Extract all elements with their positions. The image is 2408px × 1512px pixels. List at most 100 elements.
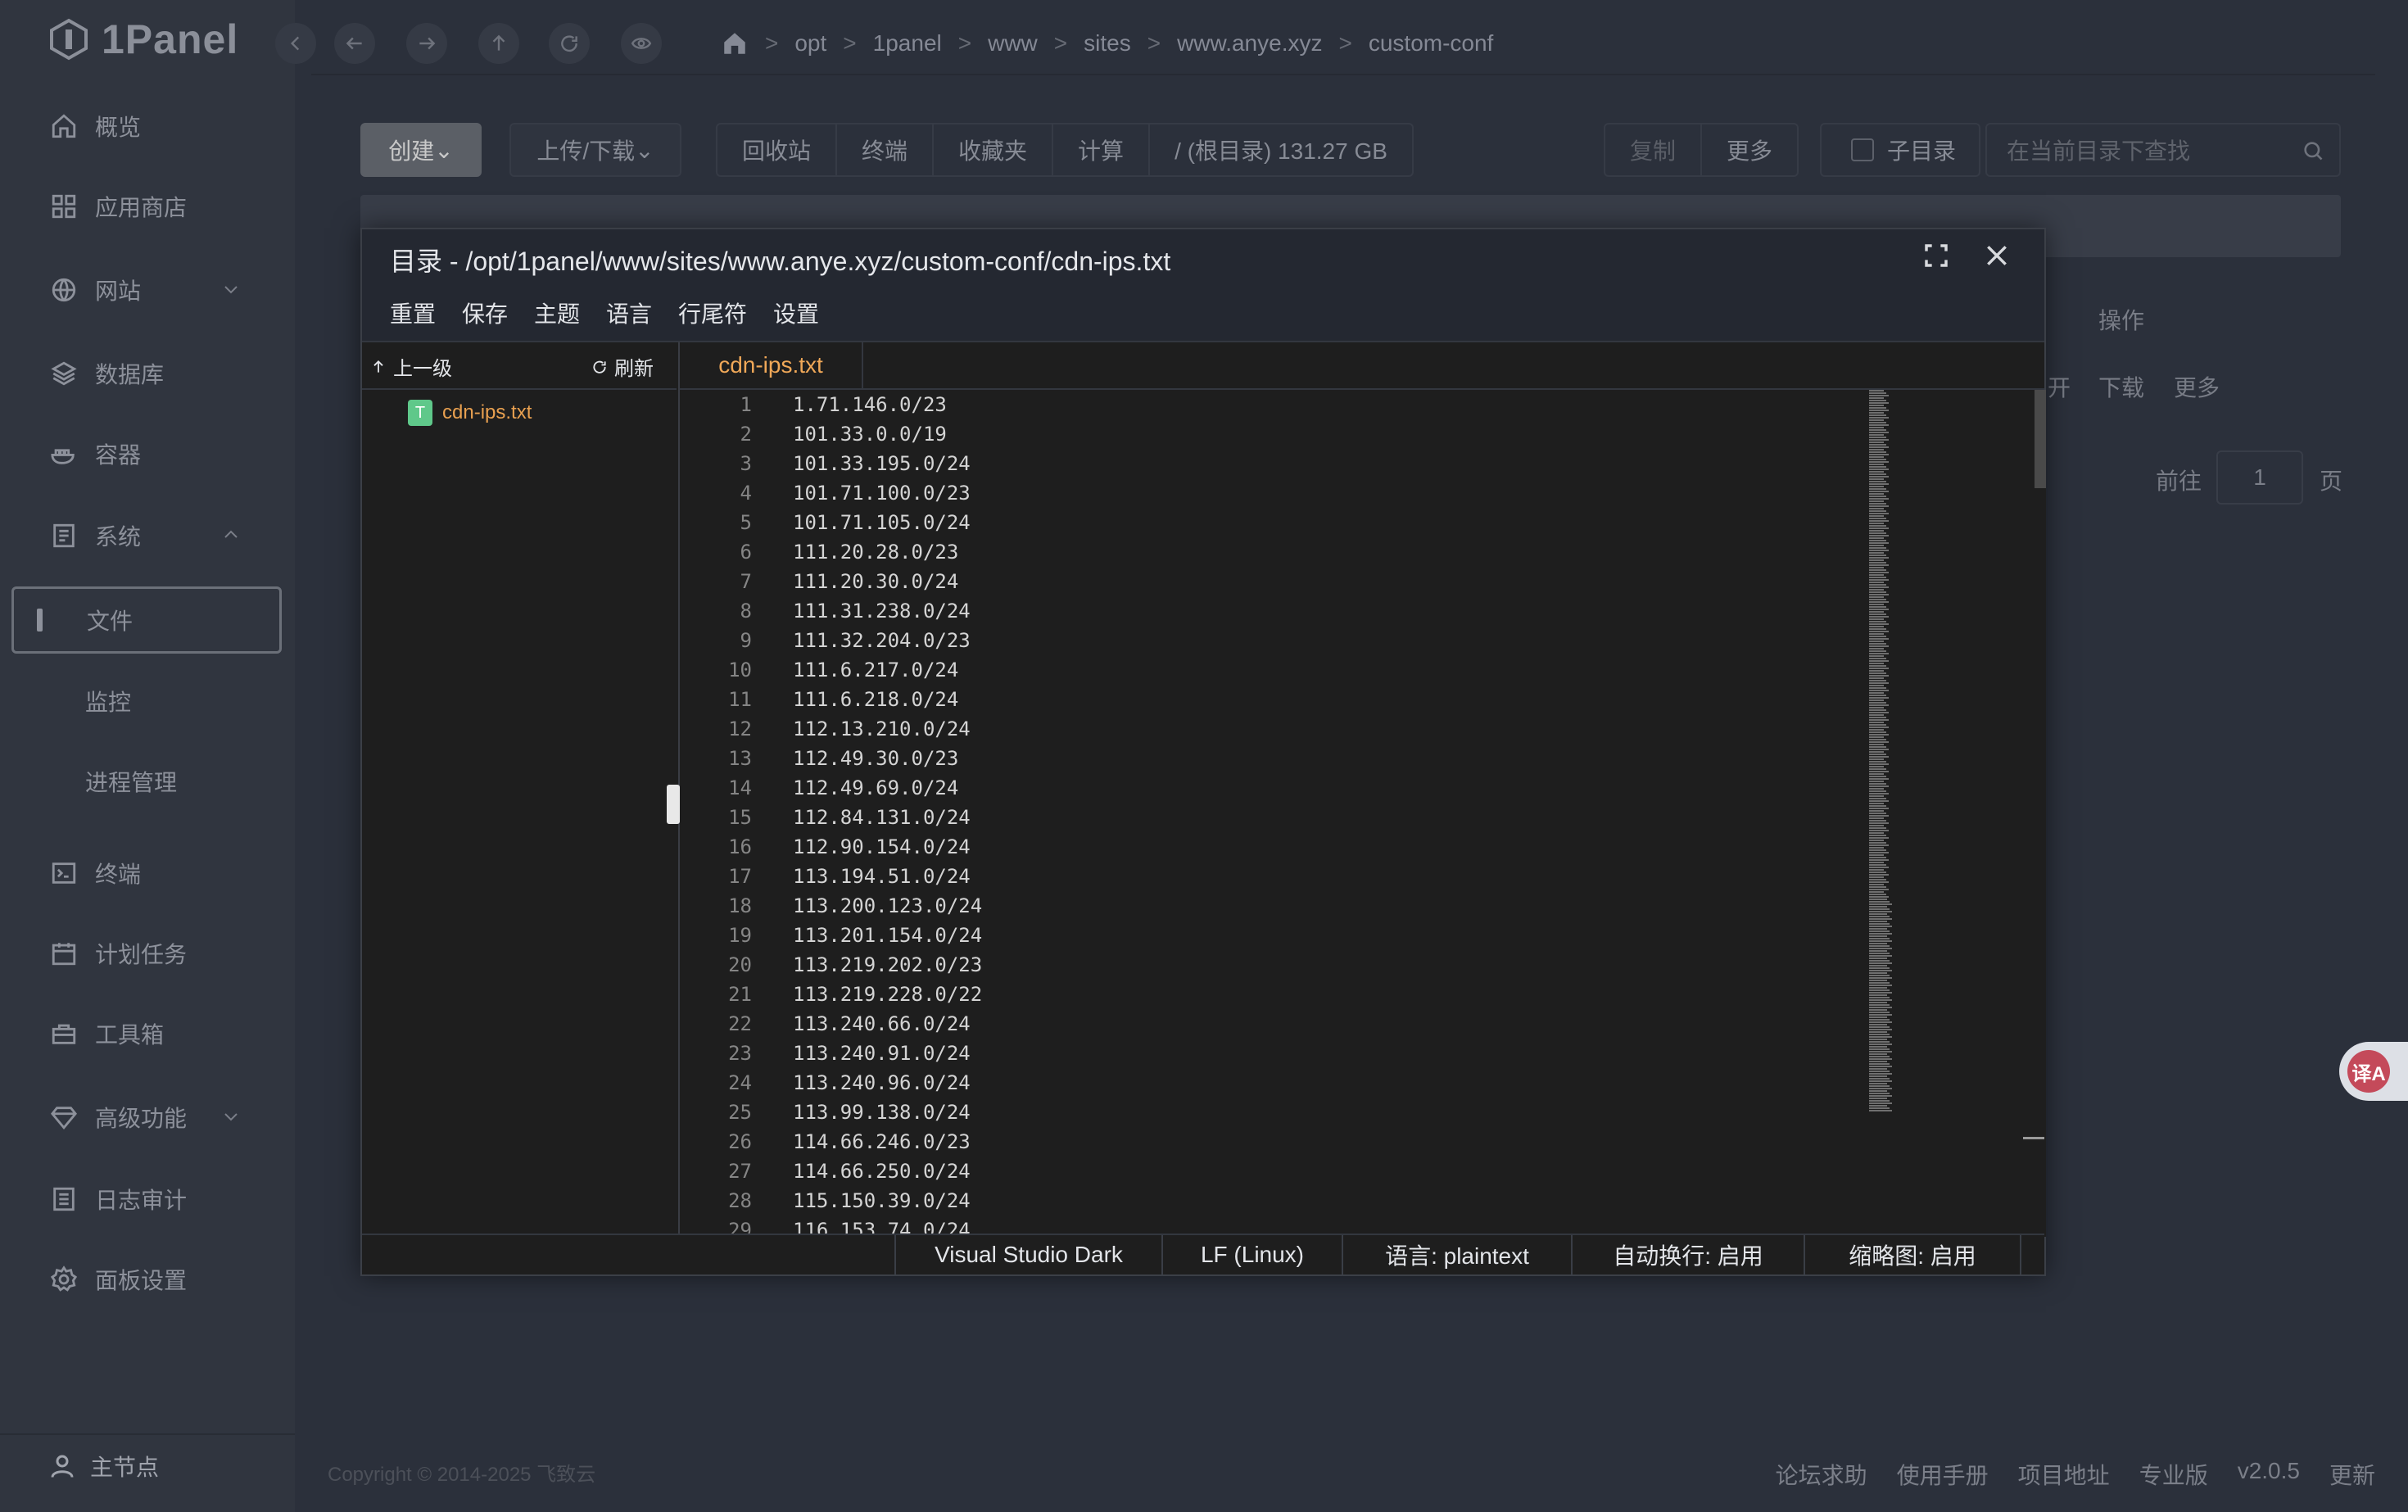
more-button[interactable]: 更多 xyxy=(1702,124,1797,175)
row-action-open[interactable]: 开 xyxy=(2048,370,2071,403)
minimap-line xyxy=(1869,891,1884,893)
copy-button[interactable]: 复制 xyxy=(1605,124,1703,175)
minimap-line xyxy=(1869,437,1886,438)
forum-link[interactable]: 论坛求助 xyxy=(1776,1458,1867,1491)
calculate-button[interactable]: 计算 xyxy=(1053,124,1151,175)
collapse-button[interactable] xyxy=(275,23,316,64)
menu-theme[interactable]: 主题 xyxy=(534,297,580,329)
favorites-button[interactable]: 收藏夹 xyxy=(934,124,1054,175)
tree-resize-handle[interactable] xyxy=(667,785,680,824)
sidebar-item-toolbox[interactable]: 工具箱 xyxy=(11,1001,282,1066)
status-eol[interactable]: LF (Linux) xyxy=(1161,1235,1342,1274)
manual-link[interactable]: 使用手册 xyxy=(1897,1458,1989,1491)
sidebar-item-files[interactable]: 文件 xyxy=(11,586,282,654)
status-minimap[interactable]: 缩略图: 启用 xyxy=(1804,1235,2021,1274)
hidden-toggle-button[interactable] xyxy=(621,23,662,64)
upload-download-label: 上传/下载 xyxy=(536,138,636,164)
menu-settings[interactable]: 设置 xyxy=(773,297,819,329)
minimap-line xyxy=(1869,469,1889,470)
toolbox-icon xyxy=(49,1019,79,1048)
tree-file-item[interactable]: T cdn-ips.txt xyxy=(408,400,532,426)
search-icon[interactable] xyxy=(2302,139,2324,162)
minimap-line xyxy=(1869,837,1889,839)
up-button[interactable] xyxy=(478,23,519,64)
close-button[interactable] xyxy=(1984,242,2010,269)
line-number: 8 xyxy=(740,600,752,622)
forward-button[interactable] xyxy=(406,23,447,64)
search-input[interactable]: 在当前目录下查找 xyxy=(1985,123,2341,177)
breadcrumb-item[interactable]: www xyxy=(988,30,1038,57)
minimap-line xyxy=(1869,923,1890,925)
sidebar-item-website[interactable]: 网站 xyxy=(11,257,282,323)
line-text: 113.240.66.0/24 xyxy=(793,1012,971,1035)
sidebar-item-system[interactable]: 系统 xyxy=(11,503,282,568)
logo[interactable]: 1Panel xyxy=(48,10,238,69)
minimap-line xyxy=(1869,950,1887,952)
upload-download-button[interactable]: 上传/下载 ⌄ xyxy=(509,123,681,177)
file-tree-header: 上一级 刷新 xyxy=(362,342,677,390)
node-switcher[interactable]: 主节点 xyxy=(48,1450,159,1483)
minimap-line xyxy=(1869,429,1886,431)
minimap-line xyxy=(1869,844,1889,846)
home-icon xyxy=(49,111,79,141)
minimap-line xyxy=(1869,955,1892,957)
sidebar-item-advanced[interactable]: 高级功能 xyxy=(11,1084,282,1150)
row-action-more[interactable]: 更多 xyxy=(2174,370,2220,403)
subdirectory-checkbox[interactable]: 子目录 xyxy=(1820,123,1980,177)
parent-dir-button[interactable]: 上一级 xyxy=(370,352,452,381)
sidebar-item-container[interactable]: 容器 xyxy=(11,421,282,487)
pro-link[interactable]: 专业版 xyxy=(2139,1458,2208,1491)
code-editor[interactable]: 1 1.71.146.0/23 2 101.33.0.0/19 3 101.33.195.… xyxy=(680,390,2046,1237)
minimap-line xyxy=(1869,773,1884,775)
breadcrumb-item[interactable]: 1panel xyxy=(873,30,942,57)
breadcrumb-item[interactable]: opt xyxy=(794,30,826,57)
fullscreen-button[interactable] xyxy=(1923,242,1949,269)
sidebar-item-terminal[interactable]: 终端 xyxy=(11,840,282,906)
status-language[interactable]: 语言: plaintext xyxy=(1342,1235,1571,1274)
menu-language[interactable]: 语言 xyxy=(606,297,652,329)
root-size-button[interactable]: / (根目录) 131.27 GB xyxy=(1150,124,1412,175)
terminal-button[interactable]: 终端 xyxy=(837,124,935,175)
sidebar-item-database[interactable]: 数据库 xyxy=(11,341,282,406)
refresh-button[interactable] xyxy=(549,23,590,64)
menu-save[interactable]: 保存 xyxy=(462,297,508,329)
sidebar-item-monitor[interactable]: 监控 xyxy=(85,685,131,718)
sidebar-item-overview[interactable]: 概览 xyxy=(11,93,282,159)
status-theme[interactable]: Visual Studio Dark xyxy=(894,1235,1161,1274)
row-action-download[interactable]: 下载 xyxy=(2098,370,2144,403)
minimap-line xyxy=(1869,948,1892,949)
line-number: 1 xyxy=(740,393,752,416)
recycle-bin-button[interactable]: 回收站 xyxy=(717,124,838,175)
tree-refresh-button[interactable]: 刷新 xyxy=(591,352,654,381)
minimap-line xyxy=(1869,599,1886,600)
breadcrumb-item[interactable]: custom-conf xyxy=(1369,30,1494,57)
sidebar-item-settings[interactable]: 面板设置 xyxy=(11,1247,282,1312)
breadcrumb-item[interactable]: sites xyxy=(1084,30,1131,57)
sidebar-item-label: 数据库 xyxy=(95,362,165,387)
translate-button[interactable]: 译A xyxy=(2339,1042,2408,1101)
editor-tab[interactable]: cdn-ips.txt xyxy=(680,342,863,388)
minimap-line xyxy=(1869,564,1889,566)
minimap-line xyxy=(1869,582,1884,583)
create-button[interactable]: 创建 ⌄ xyxy=(360,123,482,177)
minimap-line xyxy=(1869,783,1886,785)
back-button[interactable] xyxy=(334,23,375,64)
minimap-line xyxy=(1869,562,1886,564)
editor-scrollbar-thumb[interactable] xyxy=(2035,390,2046,488)
home-icon[interactable] xyxy=(721,29,749,57)
sidebar-item-app-store[interactable]: 应用商店 xyxy=(11,174,282,239)
sidebar-item-cron[interactable]: 计划任务 xyxy=(11,921,282,986)
sidebar-item-process[interactable]: 进程管理 xyxy=(85,765,177,798)
menu-eol[interactable]: 行尾符 xyxy=(678,297,747,329)
menu-reset[interactable]: 重置 xyxy=(390,297,436,329)
minimap-line xyxy=(1869,1029,1892,1030)
page-input[interactable]: 1 xyxy=(2216,450,2303,505)
minimap-line xyxy=(1869,842,1886,844)
project-link[interactable]: 项目地址 xyxy=(2018,1458,2110,1491)
status-word-wrap[interactable]: 自动换行: 启用 xyxy=(1571,1235,1804,1274)
editor-minimap[interactable] xyxy=(1869,390,1902,1111)
breadcrumb-item[interactable]: www.anye.xyz xyxy=(1177,30,1322,57)
sidebar-item-logs[interactable]: 日志审计 xyxy=(11,1166,282,1232)
update-link[interactable]: 更新 xyxy=(2329,1458,2375,1491)
code-line: 5 101.71.105.0/24 xyxy=(680,508,971,537)
